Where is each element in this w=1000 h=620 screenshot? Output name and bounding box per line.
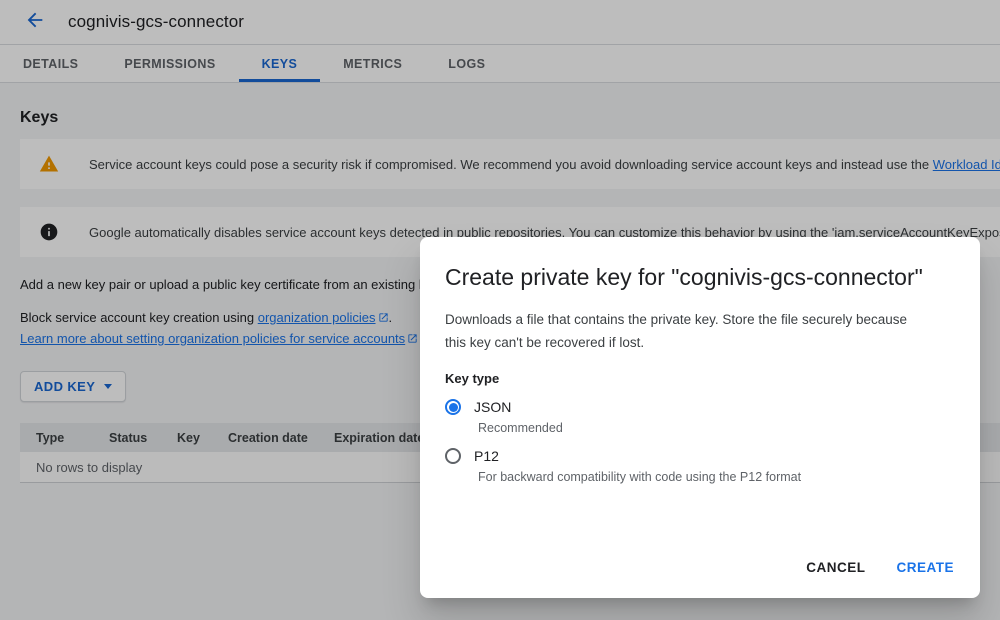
dialog-title: Create private key for "cognivis-gcs-con… [445,264,953,291]
radio-p12-description: For backward compatibility with code usi… [478,470,953,484]
dialog-description: Downloads a file that contains the priva… [445,308,907,354]
radio-json-label: JSON [474,399,511,415]
radio-selected-icon [445,399,461,415]
dialog-actions: CANCEL CREATE [806,560,954,575]
radio-p12-label: P12 [474,448,499,464]
radio-option-p12[interactable]: P12 [445,448,953,464]
cancel-button[interactable]: CANCEL [806,560,865,575]
key-type-label: Key type [445,371,953,386]
radio-option-json[interactable]: JSON [445,399,953,415]
create-private-key-dialog: Create private key for "cognivis-gcs-con… [420,237,980,598]
radio-json-description: Recommended [478,421,953,435]
create-button[interactable]: CREATE [896,560,954,575]
radio-unselected-icon [445,448,461,464]
